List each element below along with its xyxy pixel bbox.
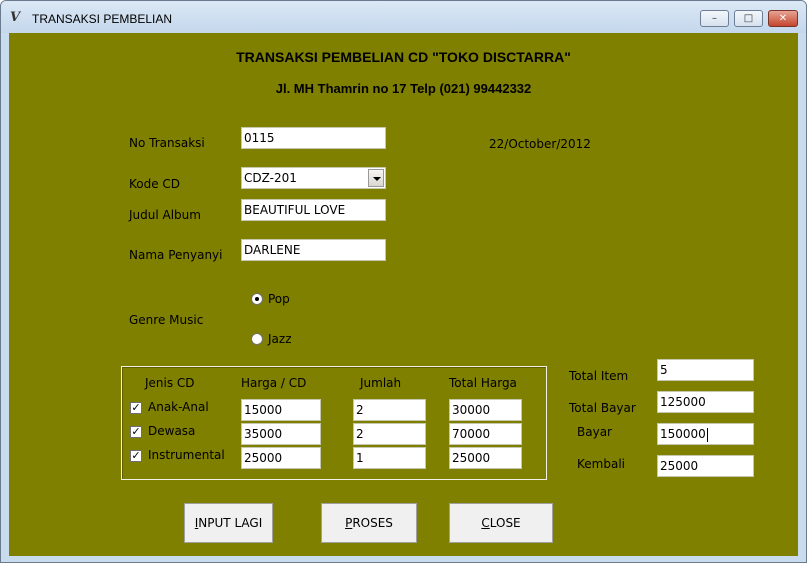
text-caret (706, 427, 708, 442)
form-client-area: TRANSAKSI PEMBELIAN CD "TOKO DISCTARRA" … (9, 33, 798, 556)
checkbox-instrumental[interactable]: ✓ (130, 450, 142, 462)
kode-cd-value: CDZ-201 (244, 171, 297, 185)
app-window: V TRANSAKSI PEMBELIAN – □ ✕ TRANSAKSI PE… (0, 0, 807, 563)
total-item-input[interactable]: 5 (657, 359, 754, 381)
window-title: TRANSAKSI PEMBELIAN (32, 12, 173, 26)
close-label: LOSE (489, 516, 521, 530)
genre-pop-radio[interactable] (251, 293, 263, 305)
checkbox-dewasa[interactable]: ✓ (130, 426, 142, 438)
header-harga: Harga / CD (241, 376, 307, 390)
genre-pop-label[interactable]: Pop (268, 292, 290, 306)
input-lagi-button[interactable]: INPUT LAGI (184, 503, 273, 543)
total-anak-input[interactable]: 30000 (449, 399, 522, 421)
kode-cd-select[interactable]: CDZ-201 (241, 167, 386, 189)
harga-instrumental-input[interactable]: 25000 (241, 447, 321, 469)
close-button[interactable]: CLOSE (449, 503, 553, 543)
total-dewasa-input[interactable]: 70000 (449, 423, 522, 445)
maximize-icon: □ (743, 13, 754, 24)
header-jumlah: Jumlah (360, 376, 402, 390)
vb-form-icon: V (10, 10, 21, 25)
jenis-anak-label[interactable]: Anak-Anal (148, 400, 209, 414)
no-transaksi-label: No Transaksi (129, 136, 205, 150)
minimize-icon: – (712, 13, 717, 24)
chevron-down-icon[interactable] (368, 169, 384, 187)
kembali-label: Kembali (577, 457, 625, 471)
bayar-label: Bayar (577, 425, 612, 439)
transaction-date: 22/October/2012 (489, 137, 591, 151)
close-window-button[interactable]: ✕ (768, 10, 798, 27)
maximize-button[interactable]: □ (734, 10, 763, 27)
nama-penyanyi-input[interactable]: DARLENE (241, 239, 386, 261)
harga-anak-input[interactable]: 15000 (241, 399, 321, 421)
kode-cd-label: Kode CD (129, 177, 181, 191)
header-jenis: Jenis CD (145, 376, 195, 390)
jumlah-instrumental-input[interactable]: 1 (353, 447, 426, 469)
input-lagi-label: NPUT LAGI (198, 516, 263, 530)
genre-jazz-label[interactable]: Jazz (268, 332, 292, 346)
kembali-input[interactable]: 25000 (657, 455, 754, 477)
genre-jazz-radio[interactable] (251, 333, 263, 345)
judul-album-label: Judul Album (129, 208, 201, 222)
total-bayar-input[interactable]: 125000 (657, 391, 754, 413)
bayar-input[interactable]: 150000 (657, 423, 754, 445)
title-bar[interactable]: V TRANSAKSI PEMBELIAN – □ ✕ (1, 1, 806, 33)
jenis-instrumental-label[interactable]: Instrumental (148, 448, 225, 462)
store-address: Jl. MH Thamrin no 17 Telp (021) 99442332 (275, 81, 532, 96)
total-instrumental-input[interactable]: 25000 (449, 447, 522, 469)
minimize-button[interactable]: – (700, 10, 729, 27)
close-mnemonic: C (481, 516, 490, 530)
checkbox-anak[interactable]: ✓ (130, 402, 142, 414)
jumlah-dewasa-input[interactable]: 2 (353, 423, 426, 445)
total-bayar-label: Total Bayar (569, 401, 636, 415)
nama-penyanyi-label: Nama Penyanyi (129, 248, 223, 262)
no-transaksi-input[interactable]: 0115 (241, 127, 386, 149)
proses-button[interactable]: PROSES (321, 503, 417, 543)
genre-label: Genre Music (129, 313, 204, 327)
proses-label: ROSES (352, 516, 393, 530)
page-title: TRANSAKSI PEMBELIAN CD "TOKO DISCTARRA" (236, 49, 571, 65)
jumlah-anak-input[interactable]: 2 (353, 399, 426, 421)
total-item-label: Total Item (569, 369, 629, 383)
jenis-dewasa-label[interactable]: Dewasa (148, 424, 195, 438)
header-total: Total Harga (449, 376, 517, 390)
judul-album-input[interactable]: BEAUTIFUL LOVE (241, 199, 386, 221)
bayar-value: 150000 (660, 427, 706, 441)
harga-dewasa-input[interactable]: 35000 (241, 423, 321, 445)
close-icon: ✕ (778, 13, 788, 24)
